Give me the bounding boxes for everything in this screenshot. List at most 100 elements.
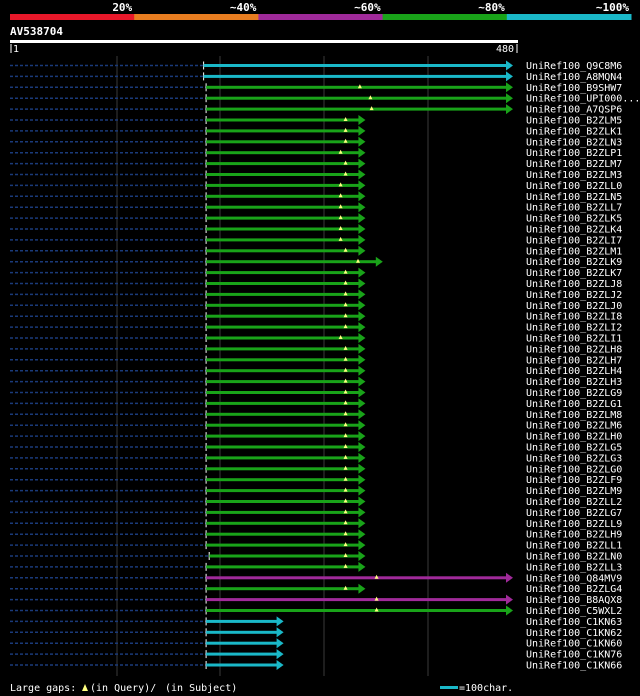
hit-row[interactable]: UniRef100_B2ZLM3 [10,169,622,182]
hit-row[interactable]: UniRef100_B2ZLN3 [10,136,622,149]
hit-row[interactable]: UniRef100_B2ZLM5 [10,115,622,127]
hit-id-label[interactable]: UniRef100_C1KN63 [526,617,622,628]
hit-row[interactable]: UniRef100_B2ZLL1 [10,540,622,552]
hit-id-label[interactable]: UniRef100_B2ZLH3 [526,377,622,388]
hit-row[interactable]: UniRef100_B2ZLK5 [10,213,622,225]
hit-row[interactable]: UniRef100_B8AQX8 [10,594,622,607]
hit-id-label[interactable]: UniRef100_B9SHW7 [526,83,622,94]
hit-row[interactable]: UniRef100_B2ZLM1 [10,245,622,257]
hit-id-label[interactable]: UniRef100_B2ZLN0 [526,552,622,563]
hit-bar[interactable] [206,598,507,602]
hit-row[interactable]: UniRef100_B2ZLN0 [10,551,622,563]
hit-bar[interactable] [206,347,360,351]
hit-bar[interactable] [206,282,360,285]
hit-id-label[interactable]: UniRef100_B2ZLG3 [526,453,622,464]
hit-row[interactable]: UniRef100_B2ZLH0 [10,431,622,443]
hit-id-label[interactable]: UniRef100_C1KN76 [526,650,622,661]
hit-id-label[interactable]: UniRef100_Q9C8M6 [526,61,622,72]
hit-bar[interactable] [206,129,360,133]
hit-id-label[interactable]: UniRef100_C1KN66 [526,661,622,672]
hit-row[interactable]: UniRef100_C1KN63 [10,616,622,628]
hit-id-label[interactable]: UniRef100_B2ZLM1 [526,246,622,257]
hit-id-label[interactable]: UniRef100_B2ZLI8 [526,312,622,323]
hit-bar[interactable] [206,96,507,100]
hit-id-label[interactable]: UniRef100_B2ZLG5 [526,443,622,454]
hit-id-label[interactable]: UniRef100_B2ZLI7 [526,235,622,246]
hit-row[interactable]: UniRef100_B2ZLM9 [10,485,622,498]
hit-id-label[interactable]: UniRef100_B2ZLM6 [526,421,622,432]
hit-row[interactable]: UniRef100_B2ZLJ8 [10,278,622,291]
hit-id-label[interactable]: UniRef100_B2ZLG9 [526,388,622,399]
hit-id-label[interactable]: UniRef100_B2ZLM8 [526,410,622,421]
hit-bar[interactable] [206,227,360,231]
hit-id-label[interactable]: UniRef100_B2ZLM5 [526,116,622,127]
hit-id-label[interactable]: UniRef100_B2ZLL3 [526,562,622,573]
hit-bar[interactable] [206,140,360,144]
hit-row[interactable]: UniRef100_B2ZLF9 [10,474,622,487]
hit-row[interactable]: UniRef100_B2ZLK9 [10,256,622,269]
hit-bar[interactable] [206,576,507,580]
hit-id-label[interactable]: UniRef100_B2ZLK4 [526,225,622,236]
hit-bar[interactable] [206,369,360,373]
hit-bar[interactable] [206,303,360,307]
hit-id-label[interactable]: UniRef100_B2ZLI1 [526,334,622,345]
hit-row[interactable]: UniRef100_B9SHW7 [10,82,622,94]
hit-id-label[interactable]: UniRef100_B2ZLH4 [526,366,622,377]
hit-row[interactable]: UniRef100_B2ZLJ2 [10,289,622,301]
hit-bar[interactable] [206,565,360,569]
hit-row[interactable]: UniRef100_C1KN62 [10,627,622,639]
hit-id-label[interactable]: UniRef100_B2ZLK5 [526,214,622,225]
hit-bar[interactable] [206,467,360,471]
hit-id-label[interactable]: UniRef100_B2ZLK1 [526,126,622,137]
hit-bar[interactable] [206,652,278,656]
hit-row[interactable]: UniRef100_B2ZLG3 [10,452,622,465]
hit-bar[interactable] [206,532,360,536]
hit-id-label[interactable]: UniRef100_B2ZLG1 [526,399,622,410]
hit-row[interactable]: UniRef100_B2ZLG5 [10,442,622,454]
hit-id-label[interactable]: UniRef100_B2ZLJ0 [526,301,622,312]
hit-row[interactable]: UniRef100_B2ZLH3 [10,376,622,389]
hit-row[interactable]: UniRef100_Q84MV9 [10,572,622,585]
hit-id-label[interactable]: UniRef100_B2ZLN3 [526,137,622,148]
hit-bar[interactable] [206,587,360,591]
hit-bar[interactable] [206,292,360,296]
hit-bar[interactable] [206,162,360,166]
hit-row[interactable]: UniRef100_B2ZLI1 [10,333,622,345]
hit-bar[interactable] [203,64,507,67]
hit-bar[interactable] [206,391,360,394]
hit-bar[interactable] [206,456,360,460]
hit-bar[interactable] [206,325,360,329]
hit-row[interactable]: UniRef100_B2ZLL7 [10,202,622,214]
hit-row[interactable]: UniRef100_B2ZLP1 [10,147,622,160]
hit-bar[interactable] [206,216,360,220]
hit-row[interactable]: UniRef100_B2ZLJ0 [10,300,622,312]
hit-row[interactable]: UniRef100_B2ZLM8 [10,409,622,421]
hit-row[interactable]: UniRef100_B2ZLI8 [10,311,622,323]
hit-bar[interactable] [206,107,507,111]
hit-row[interactable]: UniRef100_B2ZLM6 [10,420,622,432]
hit-row[interactable]: UniRef100_B2ZLL3 [10,561,622,574]
hit-row[interactable]: UniRef100_A7QSP6 [10,104,622,116]
hit-bar[interactable] [206,641,278,645]
hit-id-label[interactable]: UniRef100_B2ZLK9 [526,257,622,268]
hit-bar[interactable] [206,401,360,405]
hit-id-label[interactable]: UniRef100_B2ZLG4 [526,584,622,595]
hit-row[interactable]: UniRef100_C1KN66 [10,660,622,672]
hit-row[interactable]: UniRef100_B2ZLL9 [10,518,622,530]
hit-id-label[interactable]: UniRef100_C1KN62 [526,628,622,639]
hit-row[interactable]: UniRef100_Q9C8M6 [10,60,622,73]
hit-bar[interactable] [206,238,360,242]
hit-bar[interactable] [206,489,360,493]
hit-bar[interactable] [206,423,360,427]
hit-id-label[interactable]: UniRef100_B2ZLG0 [526,464,622,475]
hit-id-label[interactable]: UniRef100_B2ZLI2 [526,323,622,334]
hit-bar[interactable] [206,543,360,547]
hit-id-label[interactable]: UniRef100_UPI000... [526,94,640,105]
hit-row[interactable]: UniRef100_B2ZLI2 [10,322,622,334]
hit-bar[interactable] [206,434,360,438]
hit-bar[interactable] [206,194,360,198]
hit-row[interactable]: UniRef100_B2ZLN5 [10,191,622,203]
hit-id-label[interactable]: UniRef100_C1KN60 [526,639,622,650]
hit-bar[interactable] [206,205,360,209]
hit-row[interactable]: UniRef100_B2ZLI7 [10,234,622,247]
